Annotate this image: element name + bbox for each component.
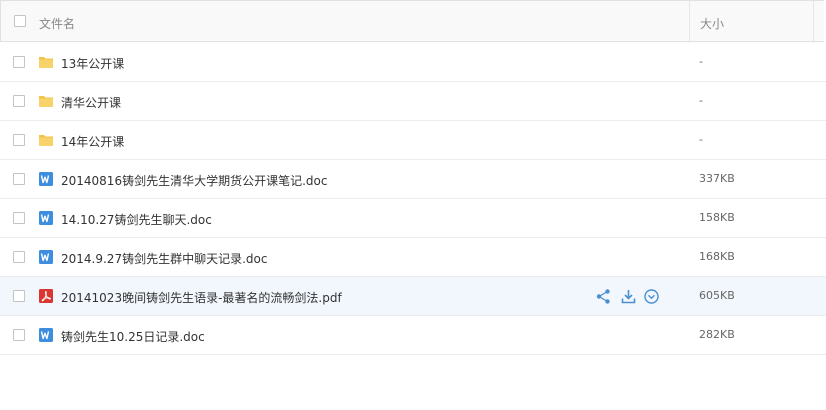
select-all-checkbox[interactable] xyxy=(14,15,26,27)
file-size: 158KB xyxy=(699,211,735,224)
folder-icon xyxy=(38,54,54,70)
file-name-link[interactable]: 14年公开课 xyxy=(61,133,124,150)
folder-icon xyxy=(38,132,54,148)
word-doc-icon xyxy=(38,171,54,187)
row-checkbox[interactable] xyxy=(13,56,25,68)
row-checkbox[interactable] xyxy=(13,290,25,302)
file-list: 文件名 大小 13年公开课 - 清华公开课 - 14年公开课 - 2014081… xyxy=(0,0,826,410)
word-doc-icon xyxy=(38,210,54,226)
row-checkbox[interactable] xyxy=(13,212,25,224)
row-checkbox[interactable] xyxy=(13,134,25,146)
row-checkbox[interactable] xyxy=(13,173,25,185)
file-size: - xyxy=(699,133,703,146)
file-size: 605KB xyxy=(699,289,735,302)
table-row[interactable]: 13年公开课 - xyxy=(0,43,826,82)
row-checkbox[interactable] xyxy=(13,95,25,107)
file-name-link[interactable]: 20140816铸剑先生清华大学期货公开课笔记.doc xyxy=(61,172,327,189)
folder-icon xyxy=(38,93,54,109)
column-divider xyxy=(689,1,690,43)
word-doc-icon xyxy=(38,327,54,343)
table-row[interactable]: 20141023晚间铸剑先生语录-最著名的流畅剑法.pdf 605KB xyxy=(0,277,826,316)
file-size: 168KB xyxy=(699,250,735,263)
column-divider xyxy=(813,1,814,43)
pdf-icon xyxy=(38,288,54,304)
file-size: - xyxy=(699,55,703,68)
file-name-link[interactable]: 2014.9.27铸剑先生群中聊天记录.doc xyxy=(61,250,267,267)
file-name-link[interactable]: 清华公开课 xyxy=(61,94,121,111)
list-header: 文件名 大小 xyxy=(0,0,824,43)
file-name-link[interactable]: 14.10.27铸剑先生聊天.doc xyxy=(61,211,212,228)
table-row[interactable]: 2014.9.27铸剑先生群中聊天记录.doc 168KB xyxy=(0,238,826,277)
row-checkbox[interactable] xyxy=(13,251,25,263)
column-header-size[interactable]: 大小 xyxy=(700,15,724,32)
word-doc-icon xyxy=(38,249,54,265)
download-icon[interactable] xyxy=(620,288,637,305)
more-dropdown-icon[interactable] xyxy=(643,288,660,305)
file-size: 337KB xyxy=(699,172,735,185)
row-checkbox[interactable] xyxy=(13,329,25,341)
table-row[interactable]: 20140816铸剑先生清华大学期货公开课笔记.doc 337KB xyxy=(0,160,826,199)
file-name-link[interactable]: 20141023晚间铸剑先生语录-最著名的流畅剑法.pdf xyxy=(61,289,342,306)
file-name-link[interactable]: 铸剑先生10.25日记录.doc xyxy=(61,328,205,345)
table-row[interactable]: 铸剑先生10.25日记录.doc 282KB xyxy=(0,316,826,355)
file-size: - xyxy=(699,94,703,107)
table-row[interactable]: 14.10.27铸剑先生聊天.doc 158KB xyxy=(0,199,826,238)
column-header-name[interactable]: 文件名 xyxy=(39,15,75,32)
file-name-link[interactable]: 13年公开课 xyxy=(61,55,124,72)
file-size: 282KB xyxy=(699,328,735,341)
table-row[interactable]: 清华公开课 - xyxy=(0,82,826,121)
table-row[interactable]: 14年公开课 - xyxy=(0,121,826,160)
share-icon[interactable] xyxy=(595,288,612,305)
